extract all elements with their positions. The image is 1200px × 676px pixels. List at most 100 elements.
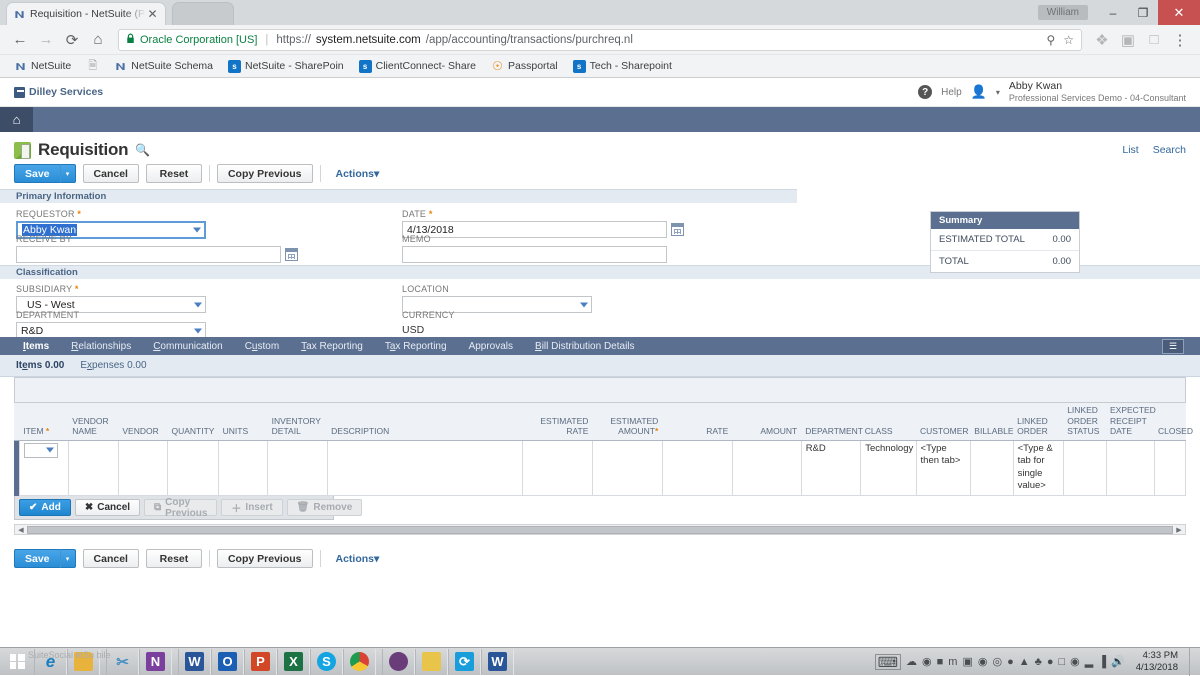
cell-units[interactable] [219,440,268,495]
taskbar-teamviewer[interactable]: ⟳ [448,649,481,675]
browser-tab-blank[interactable] [172,2,234,25]
taskbar-skype[interactable]: S [310,649,343,675]
cell-estimated-rate[interactable] [522,440,592,495]
tab-relationships[interactable]: Relationships [60,341,142,352]
table-row[interactable]: R&D Technology <Type then tab> <Type & t… [14,440,1186,495]
cell-rate[interactable] [662,440,732,495]
taskbar-excel[interactable]: X [277,649,310,675]
cell-estimated-amount[interactable] [592,440,662,495]
minimize-icon[interactable]: – [1098,0,1128,25]
volume-icon[interactable]: 🔊 [1111,655,1125,668]
scroll-left-icon[interactable]: ◀ [15,526,27,534]
col-units[interactable]: UNITS [219,403,268,440]
cell-linked-order[interactable]: <Type & tab for single value> [1013,440,1063,495]
col-linked-order-status[interactable]: LINKED ORDER STATUS [1063,403,1106,440]
extension-3-icon[interactable]: □ [1142,28,1166,52]
sublist-items[interactable]: Items 0.00 [16,360,64,371]
chrome-menu-icon[interactable]: ⋮ [1168,28,1192,52]
col-class[interactable]: CLASS [861,403,916,440]
tray-icon-4[interactable]: m [948,656,957,668]
cell-amount[interactable] [732,440,801,495]
cell-closed[interactable] [1154,440,1185,495]
item-dropdown[interactable] [24,443,58,458]
bookmark-tech-sharepoint[interactable]: s Tech - Sharepoint [567,58,678,75]
scrollbar-thumb[interactable] [27,526,1173,534]
save-dropdown-icon[interactable]: ▾ [60,164,76,183]
grid-add-button[interactable]: ✔Add [19,499,71,516]
scroll-right-icon[interactable]: ▶ [1173,526,1185,534]
avatar[interactable]: 👤 [971,84,987,100]
col-closed[interactable]: CLOSED [1154,403,1185,440]
chevron-down-icon[interactable] [194,302,202,307]
tray-icon-1[interactable]: ☁ [906,655,917,668]
col-description[interactable]: DESCRIPTION [327,403,522,440]
bookmark-passportal[interactable]: ☉ Passportal [485,58,564,75]
save-dropdown-icon-bottom[interactable]: ▾ [60,549,76,568]
tray-icon-13[interactable]: ◉ [1070,655,1080,668]
battery-icon[interactable]: ▐ [1098,656,1106,668]
save-button[interactable]: Save [14,164,60,183]
extension-2-icon[interactable]: ▣ [1116,28,1140,52]
tray-icon-5[interactable]: ▣ [962,655,972,668]
reset-button-bottom[interactable]: Reset [146,549,202,568]
maximize-icon[interactable]: ❐ [1128,0,1158,25]
col-quantity[interactable]: QUANTITY [167,403,218,440]
page-search-icon[interactable]: ⚲ [1046,33,1055,47]
close-icon[interactable]: ✕ [146,7,159,21]
receive-by-input[interactable] [16,246,281,263]
tray-icon-9[interactable]: ▲ [1019,656,1030,668]
reset-button[interactable]: Reset [146,164,202,183]
tab-tax-reporting-2[interactable]: Tax Reporting [374,341,458,352]
tray-icon-7[interactable]: ◎ [992,655,1002,668]
cancel-button[interactable]: Cancel [83,164,139,183]
extension-1-icon[interactable]: ❖ [1090,28,1114,52]
tab-custom[interactable]: Custom [234,341,290,352]
bookmark-document[interactable]: 🗎 [80,58,105,75]
home-icon[interactable]: ⌂ [0,107,33,132]
home-icon[interactable]: ⌂ [86,28,110,52]
col-amount[interactable]: AMOUNT [732,403,801,440]
show-desktop-button[interactable] [1189,648,1196,676]
taskbar-word[interactable]: W [178,649,211,675]
cell-class[interactable]: Technology [861,440,916,495]
window-close-icon[interactable]: ✕ [1158,0,1200,25]
cell-linked-order-status[interactable] [1063,440,1106,495]
taskbar-sticky-notes[interactable] [415,649,448,675]
cell-item[interactable] [19,440,68,495]
cell-expected-receipt-date[interactable] [1106,440,1154,495]
cell-billable[interactable] [970,440,1013,495]
col-expected-receipt-date[interactable]: EXPECTED RECEIPT DATE [1106,403,1154,440]
tray-icon-3[interactable]: ■ [937,656,944,668]
bookmark-clientconnect[interactable]: s ClientConnect- Share [353,58,482,75]
col-estimated-amount[interactable]: ESTIMATED AMOUNT* [592,403,662,440]
taskbar-outlook[interactable]: O [211,649,244,675]
help-label[interactable]: Help [941,87,962,98]
copy-previous-button-bottom[interactable]: Copy Previous [217,549,313,568]
cell-quantity[interactable] [167,440,218,495]
col-item[interactable]: ITEM * [19,403,68,440]
list-link[interactable]: List [1122,144,1138,156]
actions-menu-bottom[interactable]: Actions▾ [336,553,380,565]
taskbar-chrome[interactable] [343,649,376,675]
cell-customer[interactable]: <Type then tab> [916,440,970,495]
tab-communication[interactable]: Communication [142,341,234,352]
bookmark-netsuite[interactable]: NetSuite [8,58,77,75]
browser-tab-requisition[interactable]: Requisition - NetSuite (P ✕ [6,2,166,25]
cell-vendor[interactable] [118,440,167,495]
bookmark-star-icon[interactable]: ☆ [1063,33,1074,47]
network-icon[interactable]: ▂ [1085,655,1093,668]
taskbar-clock[interactable]: 4:33 PM 4/13/2018 [1130,650,1184,674]
col-linked-order[interactable]: LINKED ORDER [1013,403,1063,440]
grid-cancel-button[interactable]: ✖Cancel [75,499,140,516]
col-vendor-name[interactable]: VENDOR NAME [68,403,118,440]
chevron-down-icon[interactable] [194,328,202,333]
memo-input[interactable] [402,246,667,263]
col-customer[interactable]: CUSTOMER [916,403,970,440]
bookmark-netsuite-sharepoint[interactable]: s NetSuite - SharePoin [222,58,350,75]
taskbar-word-document[interactable]: W [481,649,514,675]
forward-icon[interactable]: → [34,28,58,52]
col-billable[interactable]: BILLABLE [970,403,1013,440]
grid-horizontal-scrollbar[interactable]: ◀ ▶ [14,524,1186,535]
taskbar-snipping-tool[interactable]: ✂ [106,649,139,675]
save-button-bottom[interactable]: Save [14,549,60,568]
